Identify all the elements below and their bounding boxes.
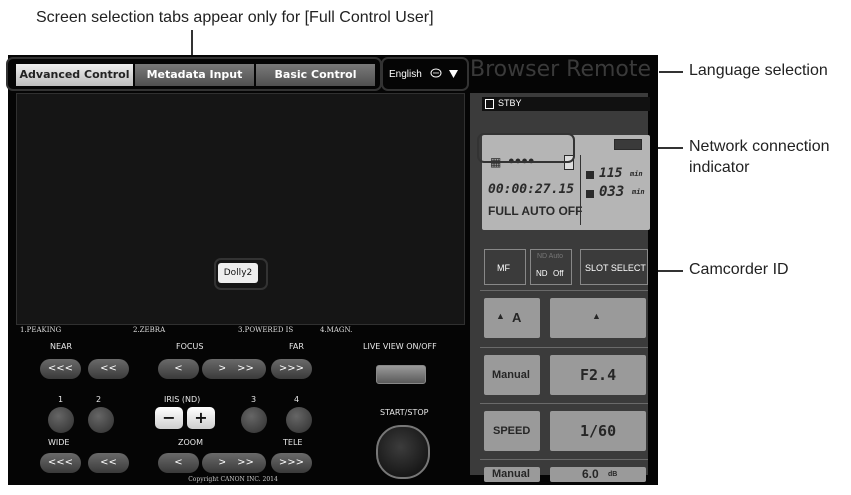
live-view-label: LIVE VIEW ON/OFF (363, 342, 437, 351)
slot-a-time: 115 (599, 166, 623, 181)
zoom-tele-medium-button[interactable]: >> (225, 453, 266, 473)
gain-mode-label: Manual (492, 468, 530, 480)
iris-close-button[interactable]: − (155, 407, 183, 429)
app-brand: Browser Remote (470, 57, 652, 82)
panel-separator-3 (480, 403, 648, 404)
zoom-wide-fast-button[interactable]: <<< (40, 453, 81, 473)
panel-separator-1 (480, 290, 648, 291)
iris-title: IRIS (ND) (164, 395, 201, 404)
network-callout-line2: indicator (689, 159, 750, 176)
focus-near-fast-button[interactable]: <<< (40, 359, 81, 379)
slot-a-icon (586, 171, 594, 179)
tabs-note-callout: Screen selection tabs appear only for [F… (36, 9, 434, 26)
start-stop-label: START/STOP (380, 408, 429, 417)
mode-bar: STBY (482, 97, 650, 111)
nd-label: ND (536, 269, 548, 278)
focus-near-slow-button[interactable]: < (158, 359, 199, 379)
tabs-highlight (6, 57, 382, 91)
slot-b-icon (586, 190, 594, 198)
browser-remote-window: Advanced Control Metadata Input Basic Co… (8, 55, 658, 485)
assign-label-4: 4.MAGN. (320, 326, 353, 334)
focus-near-label: NEAR (50, 342, 73, 351)
iris-mode-button[interactable]: Manual (484, 355, 540, 395)
assign-button-3[interactable] (241, 407, 267, 433)
zoom-title: ZOOM (178, 438, 203, 447)
assign-number-2: 2 (96, 395, 102, 404)
camcorder-id-callout: Camcorder ID (689, 261, 789, 278)
assign-number-3: 3 (251, 395, 257, 404)
zoom-wide-slow-button[interactable]: < (158, 453, 199, 473)
iris-mode-label: Manual (492, 369, 530, 381)
iris-open-button[interactable]: + (187, 407, 215, 429)
speed-label: SPEED (493, 425, 531, 437)
assign-button-2[interactable] (88, 407, 114, 433)
slot-b-unit: min (632, 188, 645, 196)
slot-a-unit: min (630, 170, 643, 178)
zoom-wide-label: WIDE (48, 438, 70, 447)
gain-value-button[interactable]: 6.0 dB (550, 467, 646, 482)
language-leader (659, 71, 683, 73)
iris-value: F2.4 (580, 366, 617, 384)
focus-far-medium-button[interactable]: >> (225, 359, 266, 379)
panel-separator-2 (480, 347, 648, 348)
mf-label: MF (497, 263, 510, 273)
assign-button-4[interactable] (286, 407, 312, 433)
assign-button-1[interactable] (48, 407, 74, 433)
timecode: 00:00:27.15 (488, 182, 575, 197)
assign-label-3: 3.POWERED IS (238, 326, 294, 334)
focus-far-fast-button[interactable]: >>> (271, 359, 312, 379)
panel-separator-4 (480, 459, 648, 460)
wb-set-button[interactable]: ▲ (550, 298, 646, 338)
zoom-tele-label: TELE (283, 438, 303, 447)
copyright-text: Copyright CANON INC. 2014 (188, 476, 278, 483)
nd-auto-label: ND Auto (537, 253, 564, 260)
language-highlight (381, 57, 469, 91)
wb-icon: ▲ (496, 311, 505, 321)
auto-mode-text: FULL AUTO OFF (488, 204, 583, 218)
gain-mode-button[interactable]: Manual (484, 467, 540, 482)
live-view-button[interactable] (376, 365, 426, 384)
record-icon (485, 99, 494, 109)
wb-set-icon: ▲ (592, 311, 601, 321)
mf-button[interactable]: MF (484, 249, 526, 285)
language-callout: Language selection (689, 62, 828, 79)
assign-number-1: 1 (58, 395, 64, 404)
focus-near-medium-button[interactable]: << (88, 359, 129, 379)
speed-mode-button[interactable]: SPEED (484, 411, 540, 451)
live-view-area (16, 93, 465, 325)
gain-unit: dB (608, 471, 618, 478)
assign-label-2: 2.ZEBRA (133, 326, 166, 334)
speed-value: 1/60 (580, 422, 617, 440)
assign-number-4: 4 (294, 395, 300, 404)
network-callout-line1: Network connection (689, 138, 830, 155)
slot-select-label: SLOT SELECT (585, 263, 646, 273)
slot-select-button[interactable]: SLOT SELECT (580, 249, 648, 285)
network-highlight (477, 133, 575, 163)
zoom-tele-fast-button[interactable]: >>> (271, 453, 312, 473)
tabs-leader-v (191, 30, 193, 56)
wb-auto-button[interactable]: ▲ A (484, 298, 540, 338)
focus-far-label: FAR (289, 342, 304, 351)
zoom-wide-medium-button[interactable]: << (88, 453, 129, 473)
mode-text: STBY (498, 98, 522, 108)
slot-b-time: 033 (599, 184, 625, 200)
iris-value-button[interactable]: F2.4 (550, 355, 646, 395)
nd-off-label: Off (553, 269, 564, 278)
nd-button[interactable]: ND Auto ND Off (530, 249, 572, 285)
speed-value-button[interactable]: 1/60 (550, 411, 646, 451)
wb-a-label: A (512, 310, 522, 325)
start-stop-button[interactable] (376, 425, 430, 479)
lcd-divider (580, 155, 581, 225)
gain-value: 6.0 (582, 467, 599, 481)
focus-title: FOCUS (176, 342, 204, 351)
camcorder-id-highlight (214, 258, 268, 290)
assign-label-1: 1.PEAKING (20, 326, 62, 334)
battery-icon (614, 139, 642, 150)
